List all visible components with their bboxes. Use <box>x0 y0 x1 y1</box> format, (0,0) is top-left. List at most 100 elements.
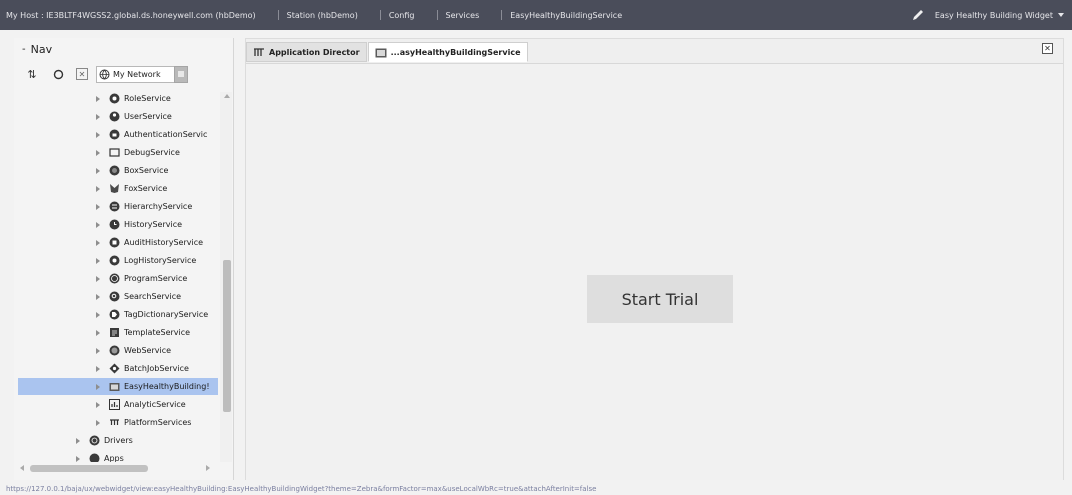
scrollbar-thumb[interactable] <box>30 465 148 472</box>
tree-item-label: TagDictionaryService <box>124 310 209 319</box>
tree-item-debugservice[interactable]: DebugService <box>96 144 180 161</box>
debug-icon <box>109 148 120 157</box>
close-icon[interactable]: ✕ <box>76 68 88 80</box>
tree-item-label: BatchJobService <box>124 364 189 373</box>
tree-item-label: RoleService <box>124 94 171 103</box>
scroll-left-icon[interactable] <box>20 465 24 471</box>
tree-item-drivers[interactable]: Drivers <box>76 432 133 449</box>
breadcrumb-station[interactable]: Station (hbDemo) <box>278 10 358 20</box>
expand-arrow-icon[interactable] <box>96 401 100 408</box>
tree-item-label: ProgramService <box>124 274 188 283</box>
collapse-icon[interactable]: - <box>22 44 26 55</box>
nav-tree: RoleService UserService AuthenticationSe… <box>14 90 220 462</box>
tree-item-apps[interactable]: Apps <box>76 450 124 462</box>
scroll-right-icon[interactable] <box>206 465 210 471</box>
tree-item-userservice[interactable]: UserService <box>96 108 172 125</box>
tree-item-label: DebugService <box>124 148 180 157</box>
expand-arrow-icon[interactable] <box>96 95 100 102</box>
expand-arrow-icon[interactable] <box>96 149 100 156</box>
nav-header[interactable]: - Nav <box>14 38 233 60</box>
audit-icon <box>109 237 120 248</box>
expand-arrow-icon[interactable] <box>96 167 100 174</box>
expand-arrow-icon[interactable] <box>96 113 100 120</box>
apps-icon <box>89 453 100 462</box>
tag-icon <box>109 309 120 320</box>
tree-item-searchservice[interactable]: SearchService <box>96 288 181 305</box>
tree-item-label: SearchService <box>124 292 182 301</box>
tree-item-easyhealthybuilding[interactable]: EasyHealthyBuilding! <box>18 378 218 395</box>
web-icon <box>109 345 120 356</box>
tab-easyhealthybuildingservice[interactable]: ...asyHealthyBuildingService <box>367 42 528 62</box>
chevron-down-icon[interactable] <box>1058 13 1064 17</box>
expand-arrow-icon[interactable] <box>96 347 100 354</box>
expand-arrow-icon[interactable] <box>76 437 80 444</box>
tree-item-platformservices[interactable]: PlatformServices <box>96 414 191 431</box>
expand-arrow-icon[interactable] <box>96 311 100 318</box>
expand-arrow-icon[interactable] <box>96 329 100 336</box>
nav-title: Nav <box>30 42 53 56</box>
tree-item-tagdictionaryservice[interactable]: TagDictionaryService <box>96 306 208 323</box>
hierarchy-icon <box>109 201 120 212</box>
tree-item-boxservice[interactable]: BoxService <box>96 162 168 179</box>
tree-item-batchjobservice[interactable]: BatchJobService <box>96 360 189 377</box>
batch-icon <box>109 363 120 374</box>
tab-bar: Application Director ...asyHealthyBuildi… <box>246 42 529 62</box>
template-icon <box>110 328 119 337</box>
search-icon <box>109 291 120 302</box>
close-icon[interactable]: ✕ <box>1042 43 1053 54</box>
expand-arrow-icon[interactable] <box>96 419 100 426</box>
nav-toolbar: ⇅ ✕ My Network <box>14 60 233 88</box>
content-pane: Application Director ...asyHealthyBuildi… <box>245 38 1064 480</box>
expand-arrow-icon[interactable] <box>96 203 100 210</box>
expand-arrow-icon[interactable] <box>96 185 100 192</box>
nav-horizontal-scrollbar[interactable] <box>18 462 220 474</box>
expand-arrow-icon[interactable] <box>96 131 100 138</box>
tree-item-label: Drivers <box>104 436 133 445</box>
scroll-up-icon[interactable] <box>224 94 230 98</box>
folder-icon <box>375 48 387 57</box>
tree-item-analyticservice[interactable]: AnalyticService <box>96 396 186 413</box>
tree-item-loghistoryservice[interactable]: LogHistoryService <box>96 252 196 269</box>
tree-item-audithistoryservice[interactable]: AuditHistoryService <box>96 234 203 251</box>
tree-item-hierarchyservice[interactable]: HierarchyService <box>96 198 192 215</box>
breadcrumb-config[interactable]: Config <box>380 10 415 20</box>
scrollbar-thumb[interactable] <box>223 260 231 412</box>
pencil-icon[interactable] <box>911 8 925 22</box>
tree-item-templateservice[interactable]: TemplateService <box>96 324 190 341</box>
folder-icon <box>109 383 120 391</box>
expand-arrow-icon[interactable] <box>96 383 100 390</box>
view-selector[interactable]: Easy Healthy Building Widget <box>911 8 1072 22</box>
tree-item-historyservice[interactable]: HistoryService <box>96 216 182 233</box>
refresh-icon[interactable] <box>50 66 66 82</box>
tree-item-label: PlatformServices <box>124 418 192 427</box>
tree-item-label: HistoryService <box>124 220 183 229</box>
network-select[interactable]: My Network <box>96 65 188 83</box>
expand-arrow-icon[interactable] <box>96 239 100 246</box>
breadcrumb-services[interactable]: Services <box>437 10 480 20</box>
expand-arrow-icon[interactable] <box>76 455 80 462</box>
expand-arrow-icon[interactable] <box>96 221 100 228</box>
tree-item-label: BoxService <box>124 166 169 175</box>
breadcrumb-host[interactable]: My Host : IE3BLTF4WGSS2.global.ds.honeyw… <box>6 11 256 20</box>
start-trial-button[interactable]: Start Trial <box>587 275 733 323</box>
breadcrumb-bar: My Host : IE3BLTF4WGSS2.global.ds.honeyw… <box>0 0 1072 30</box>
sort-arrows-icon[interactable]: ⇅ <box>24 66 40 82</box>
tree-item-webservice[interactable]: WebService <box>96 342 171 359</box>
widget-label[interactable]: Easy Healthy Building Widget <box>935 11 1053 20</box>
tree-item-foxservice[interactable]: FoxService <box>96 180 167 197</box>
tree-item-label: UserService <box>124 112 172 121</box>
breadcrumb-easyhealthybuildingservice[interactable]: EasyHealthyBuildingService <box>501 10 622 20</box>
tree-item-label: AuthenticationServic <box>124 130 208 139</box>
expand-arrow-icon[interactable] <box>96 293 100 300</box>
nav-vertical-scrollbar[interactable] <box>220 92 232 462</box>
tree-item-label: AuditHistoryService <box>124 238 204 247</box>
expand-arrow-icon[interactable] <box>96 275 100 282</box>
nav-panel: - Nav ⇅ ✕ My Network RoleService UserSer… <box>14 38 234 480</box>
expand-arrow-icon[interactable] <box>96 257 100 264</box>
tree-item-roleservice[interactable]: RoleService <box>96 90 171 107</box>
dropdown-button[interactable] <box>174 65 188 83</box>
tab-application-director[interactable]: Application Director <box>246 42 367 62</box>
tree-item-programservice[interactable]: ProgramService <box>96 270 187 287</box>
tree-item-authenticationservice[interactable]: AuthenticationServic <box>96 126 207 143</box>
expand-arrow-icon[interactable] <box>96 365 100 372</box>
